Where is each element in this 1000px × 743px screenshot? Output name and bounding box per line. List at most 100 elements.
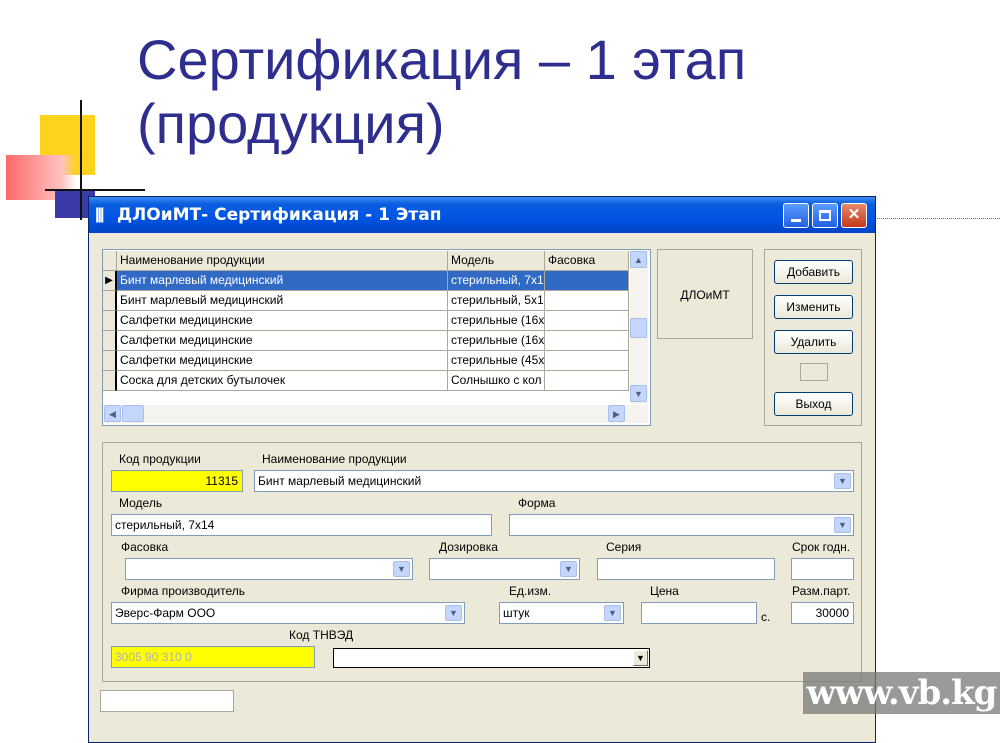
cell-model[interactable]: стерильные (45х: [448, 351, 545, 371]
table-row[interactable]: Соска для детских бутылочек Солнышко с к…: [103, 371, 629, 391]
cell-model[interactable]: стерильные (16х: [448, 331, 545, 351]
row-pointer-icon: ▶: [103, 271, 117, 291]
slide-title: Сертификация – 1 этап (продукция): [137, 28, 957, 156]
slide-title-line2: (продукция): [137, 92, 445, 155]
maker-value: Эверс-Фарм ООО: [115, 606, 216, 620]
delete-button[interactable]: Удалить: [774, 330, 853, 354]
unit-label: Ед.изм.: [509, 584, 552, 598]
cell-model[interactable]: стерильный, 5х1: [448, 291, 545, 311]
pack-select[interactable]: ▼: [125, 558, 413, 580]
currency-label: с.: [761, 610, 771, 624]
status-field: [100, 690, 234, 712]
table-row[interactable]: Салфетки медицинские стерильные (16х: [103, 311, 629, 331]
table-row[interactable]: Бинт марлевый медицинский стерильный, 5х…: [103, 291, 629, 311]
unit-value: штук: [503, 606, 530, 620]
tnved-select[interactable]: ▼: [333, 648, 650, 668]
maker-label: Фирма производитель: [121, 584, 246, 598]
chevron-down-icon[interactable]: ▼: [834, 473, 851, 489]
column-header-model[interactable]: Модель: [448, 251, 545, 271]
product-name-select[interactable]: Бинт марлевый медицинский ▼: [254, 470, 854, 492]
brand-label: ДЛОиМТ: [657, 249, 753, 339]
edit-button[interactable]: Изменить: [774, 295, 853, 319]
cell-model[interactable]: стерильные (16х: [448, 311, 545, 331]
close-icon: ✕: [847, 206, 861, 223]
cell-name[interactable]: Салфетки медицинские: [117, 331, 448, 351]
scroll-right-icon[interactable]: ▶: [608, 405, 625, 422]
cell-pack[interactable]: [545, 351, 629, 371]
scroll-left-icon[interactable]: ◀: [104, 405, 121, 422]
shelf-life-label: Срок годн.: [792, 540, 851, 554]
pack-label: Фасовка: [121, 540, 169, 554]
model-field[interactable]: стерильный, 7х14: [111, 514, 492, 536]
products-grid[interactable]: Наименование продукции Модель Фасовка ▶ …: [102, 249, 651, 426]
row-indicator: [103, 371, 117, 391]
watermark: www.vb.kg: [803, 672, 1000, 714]
scroll-up-icon[interactable]: ▲: [630, 251, 647, 268]
shelf-life-field[interactable]: [791, 558, 854, 580]
minimize-button[interactable]: [783, 203, 809, 228]
unit-select[interactable]: штук ▼: [499, 602, 624, 624]
cell-pack[interactable]: [545, 331, 629, 351]
price-label: Цена: [650, 584, 679, 598]
grid-vertical-scrollbar[interactable]: ▲ ▼: [630, 250, 648, 404]
series-field[interactable]: [597, 558, 775, 580]
chevron-down-icon[interactable]: ▼: [604, 605, 621, 621]
batch-size-label: Разм.парт.: [792, 584, 851, 598]
cell-pack[interactable]: [545, 291, 629, 311]
chevron-down-icon[interactable]: ▼: [834, 517, 851, 533]
tnved-code-field[interactable]: 3005 90 310 0: [111, 646, 315, 668]
slide-deco-line: [80, 100, 82, 220]
vertical-scroll-thumb[interactable]: [630, 318, 647, 338]
column-header-name[interactable]: Наименование продукции: [117, 251, 448, 271]
row-indicator: [103, 331, 117, 351]
row-indicator: [103, 311, 117, 331]
series-label: Серия: [606, 540, 642, 554]
chevron-down-icon[interactable]: ▼: [560, 561, 577, 577]
chevron-down-icon[interactable]: ▼: [633, 650, 648, 666]
chevron-down-icon[interactable]: ▼: [393, 561, 410, 577]
cell-pack[interactable]: [545, 371, 629, 391]
scroll-down-icon[interactable]: ▼: [630, 385, 647, 402]
close-button[interactable]: ✕: [841, 203, 867, 228]
grid-horizontal-scrollbar[interactable]: ◀ ▶: [103, 405, 648, 423]
cell-name[interactable]: Салфетки медицинские: [117, 351, 448, 371]
row-indicator: [103, 291, 117, 311]
table-row[interactable]: Салфетки медицинские стерильные (45х: [103, 351, 629, 371]
window-titlebar[interactable]: ||| ДЛОиМТ- Сертификация - 1 Этап ✕: [89, 197, 875, 233]
action-buttons-panel: Добавить Изменить Удалить Выход: [764, 249, 862, 426]
slide-deco-line: [45, 189, 145, 191]
product-code-field[interactable]: 11315: [111, 470, 243, 492]
dosage-select[interactable]: ▼: [429, 558, 580, 580]
cell-name[interactable]: Бинт марлевый медицинский: [117, 271, 448, 291]
window-title: ДЛОиМТ- Сертификация - 1 Этап: [117, 205, 442, 225]
table-row[interactable]: Салфетки медицинские стерильные (16х: [103, 331, 629, 351]
exit-button[interactable]: Выход: [774, 392, 853, 416]
app-icon: |||: [95, 206, 105, 223]
model-label: Модель: [119, 496, 163, 510]
dosage-label: Дозировка: [439, 540, 498, 554]
horizontal-scroll-thumb[interactable]: [122, 405, 144, 422]
cell-model[interactable]: стерильный, 7х1: [448, 271, 545, 291]
cell-name[interactable]: Салфетки медицинские: [117, 311, 448, 331]
tnved-label: Код ТНВЭД: [289, 628, 354, 642]
row-indicator: [103, 351, 117, 371]
blank-button[interactable]: [800, 363, 828, 381]
code-label: Код продукции: [119, 452, 201, 466]
batch-size-field[interactable]: 30000: [791, 602, 854, 624]
form-select[interactable]: ▼: [509, 514, 854, 536]
add-button[interactable]: Добавить: [774, 260, 853, 284]
product-name-value: Бинт марлевый медицинский: [258, 474, 422, 488]
maximize-button[interactable]: [812, 203, 838, 228]
price-field[interactable]: [641, 602, 757, 624]
product-detail-form: Код продукции 11315 Наименование продукц…: [102, 442, 862, 682]
table-row[interactable]: ▶ Бинт марлевый медицинский стерильный, …: [103, 271, 629, 291]
chevron-down-icon[interactable]: ▼: [445, 605, 462, 621]
cell-name[interactable]: Соска для детских бутылочек: [117, 371, 448, 391]
cell-model[interactable]: Солнышко с кол: [448, 371, 545, 391]
column-header-pack[interactable]: Фасовка: [545, 251, 629, 271]
form-label: Форма: [518, 496, 556, 510]
cell-name[interactable]: Бинт марлевый медицинский: [117, 291, 448, 311]
cell-pack[interactable]: [545, 271, 629, 291]
maker-select[interactable]: Эверс-Фарм ООО ▼: [111, 602, 465, 624]
cell-pack[interactable]: [545, 311, 629, 331]
